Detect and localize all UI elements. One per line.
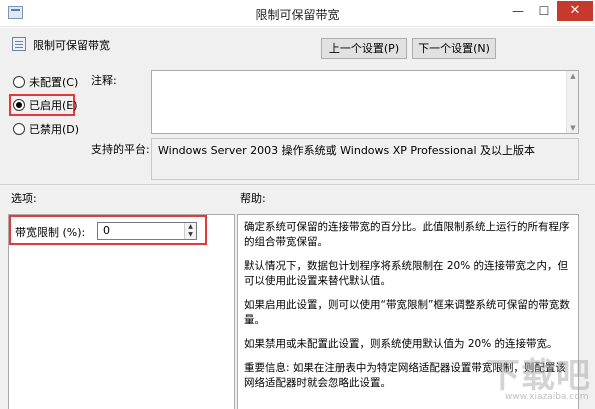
spin-up-icon[interactable]: ▲ bbox=[185, 223, 196, 231]
comment-textarea[interactable]: ▲ ▼ bbox=[151, 70, 579, 134]
previous-setting-button[interactable]: 上一个设置(P) bbox=[321, 38, 407, 59]
help-section-label: 帮助: bbox=[240, 192, 266, 205]
policy-setting-icon bbox=[12, 37, 26, 51]
bandwidth-value[interactable]: 0 bbox=[103, 224, 110, 237]
radio-circle-icon[interactable] bbox=[13, 123, 25, 135]
help-paragraph: 确定系统可保留的连接带宽的百分比。此值限制系统上运行的所有程序的组合带宽保留。 bbox=[244, 221, 570, 248]
platform-value: Windows Server 2003 操作系统或 Windows XP Pro… bbox=[158, 144, 536, 157]
scroll-down-arrow-icon[interactable]: ▼ bbox=[567, 124, 579, 132]
radio-label-not-configured: 未配置(C) bbox=[29, 76, 79, 89]
close-button[interactable]: ✕ bbox=[557, 1, 593, 21]
help-paragraph: 如果启用此设置，则可以使用“带宽限制”框来调整系统可保留的带宽数量。 bbox=[244, 299, 570, 326]
section-divider bbox=[0, 184, 595, 185]
comment-label: 注释: bbox=[91, 74, 117, 87]
title-bar: 限制可保留带宽 — ☐ ✕ bbox=[0, 0, 595, 27]
radio-label-disabled: 已禁用(D) bbox=[29, 123, 80, 136]
scroll-up-arrow-icon[interactable]: ▲ bbox=[567, 72, 579, 80]
help-paragraph: 默认情况下，数据包计划程序将系统限制在 20% 的连接带宽之内，但可以使用此设置… bbox=[244, 260, 569, 287]
minimize-button[interactable]: — bbox=[506, 1, 530, 21]
radio-selected-icon[interactable] bbox=[13, 99, 25, 111]
radio-enabled[interactable]: 已启用(E) bbox=[13, 97, 78, 113]
watermark-logo: 下载吧 bbox=[486, 356, 591, 396]
policy-name: 限制可保留带宽 bbox=[33, 39, 110, 52]
comment-scrollbar[interactable]: ▲ ▼ bbox=[566, 71, 578, 133]
spin-down-icon[interactable]: ▼ bbox=[185, 231, 196, 239]
platform-field: Windows Server 2003 操作系统或 Windows XP Pro… bbox=[151, 138, 579, 180]
options-section-label: 选项: bbox=[11, 192, 37, 205]
watermark-url: www.xiazaiba.com bbox=[505, 392, 589, 402]
spin-buttons[interactable]: ▲ ▼ bbox=[184, 223, 196, 239]
radio-disabled[interactable]: 已禁用(D) bbox=[13, 121, 79, 137]
radio-label-enabled: 已启用(E) bbox=[29, 99, 78, 112]
maximize-button[interactable]: ☐ bbox=[532, 1, 556, 21]
platform-label: 支持的平台: bbox=[91, 143, 150, 156]
radio-not-configured[interactable]: 未配置(C) bbox=[13, 74, 78, 90]
radio-circle-icon[interactable] bbox=[13, 76, 25, 88]
bandwidth-label: 带宽限制 (%): bbox=[15, 226, 86, 239]
bandwidth-spinbox[interactable]: 0 ▲ ▼ bbox=[97, 222, 197, 240]
next-setting-button[interactable]: 下一个设置(N) bbox=[412, 38, 496, 59]
